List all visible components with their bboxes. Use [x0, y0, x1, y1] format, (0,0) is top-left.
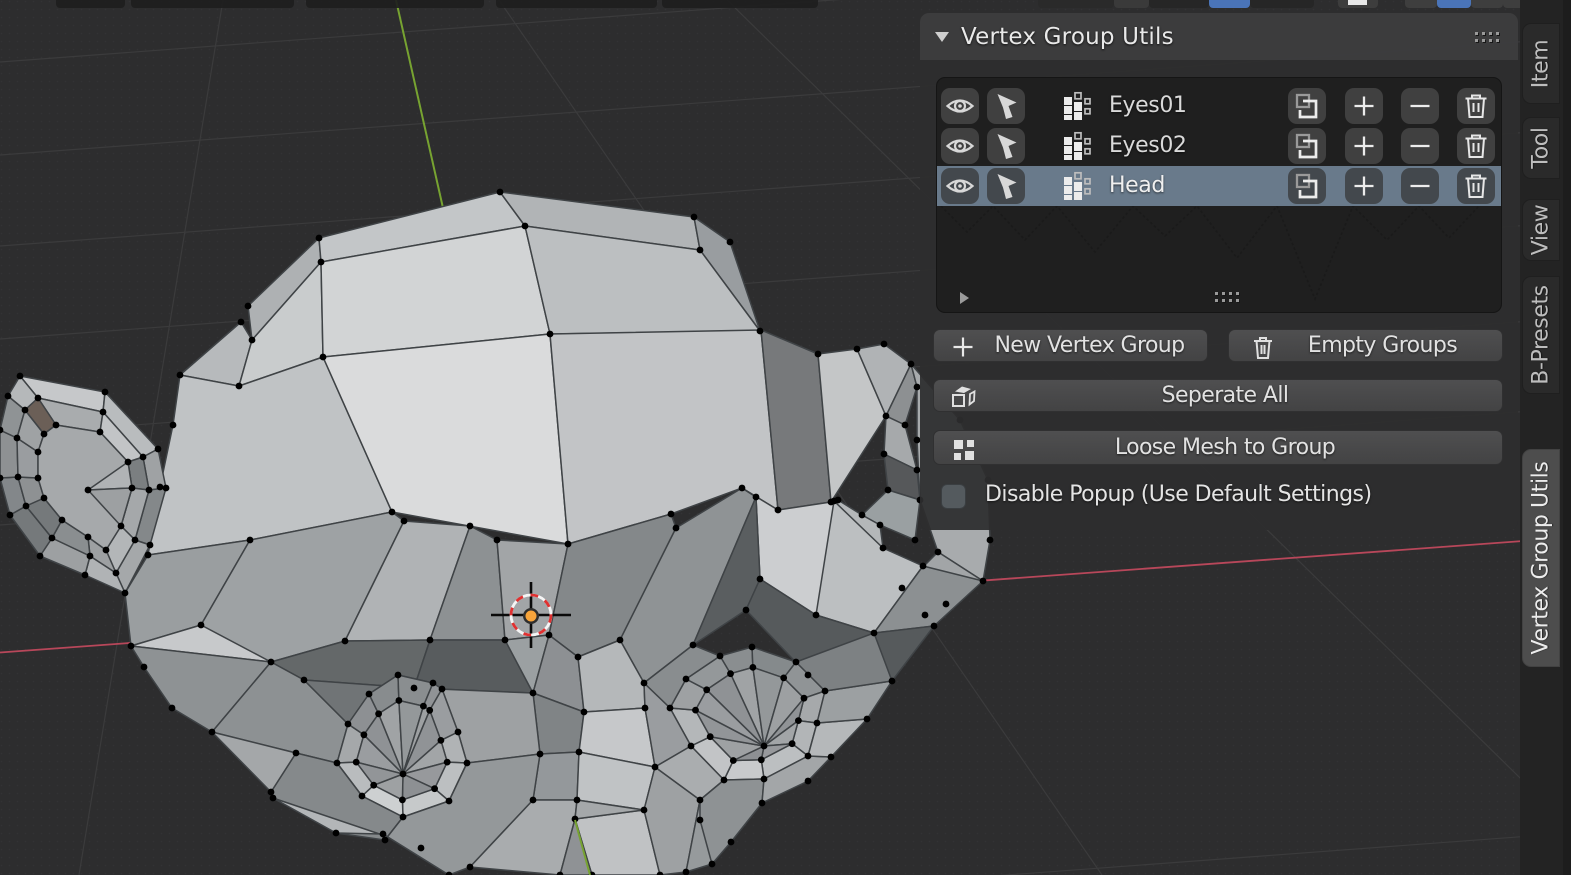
vertex-group-name: Head: [1109, 173, 1165, 198]
separate-all-button[interactable]: Seperate All: [933, 379, 1503, 412]
duplicate-group-button[interactable]: [1288, 168, 1326, 204]
trash-icon: [1465, 174, 1487, 198]
tab-label: Tool: [1528, 127, 1554, 169]
visibility-toggle-button[interactable]: [941, 168, 979, 204]
list-expand-icon[interactable]: [957, 290, 971, 306]
panel-drag-grip-icon[interactable]: [1475, 32, 1501, 43]
remove-from-group-button[interactable]: [1401, 168, 1439, 204]
duplicate-icon: [1295, 133, 1318, 159]
trash-icon: [1465, 134, 1487, 158]
minus-icon: [1410, 144, 1430, 148]
list-resize-grip-icon[interactable]: [1215, 292, 1241, 303]
blender-window: Vertex Group Utils Eyes01 Eyes02 Head Ne…: [0, 0, 1571, 875]
eye-icon: [945, 99, 975, 113]
vertex-group-name: Eyes01: [1109, 93, 1187, 118]
delete-group-button[interactable]: [1457, 128, 1495, 164]
plus-icon: [1354, 176, 1374, 196]
tab-label: Vertex Group Utils: [1528, 461, 1554, 655]
duplicate-icon: [1295, 93, 1318, 119]
disable-popup-checkbox[interactable]: [941, 484, 966, 509]
cursor-arrow-icon: [997, 134, 1017, 159]
minus-icon: [1410, 184, 1430, 188]
panel-collapse-icon[interactable]: [935, 32, 949, 42]
remove-from-group-button[interactable]: [1401, 128, 1439, 164]
eye-icon: [945, 179, 975, 193]
sidebar-tab-view[interactable]: View: [1522, 199, 1560, 261]
plus-icon: [953, 337, 973, 357]
cursor-arrow-icon: [997, 174, 1017, 199]
editor-divider: [1563, 0, 1571, 875]
visibility-toggle-button[interactable]: [941, 128, 979, 164]
vertex-group-row-head[interactable]: Head: [937, 166, 1501, 206]
delete-group-button[interactable]: [1457, 88, 1495, 124]
sidebar-tab-tool[interactable]: Tool: [1522, 117, 1560, 179]
sidebar-tab-item[interactable]: Item: [1522, 23, 1560, 104]
button-label: New Vertex Group: [994, 333, 1185, 358]
duplicate-group-button[interactable]: [1288, 88, 1326, 124]
add-to-group-button[interactable]: [1345, 128, 1383, 164]
plus-icon: [1354, 96, 1374, 116]
loose-parts-icon: [954, 440, 974, 460]
add-to-group-button[interactable]: [1345, 88, 1383, 124]
new-vertex-group-button[interactable]: New Vertex Group: [933, 329, 1208, 362]
tab-label: Item: [1528, 39, 1554, 88]
button-label: Loose Mesh to Group: [1114, 435, 1336, 460]
vertex-group-name: Eyes02: [1109, 133, 1187, 158]
vertex-group-icon: [1064, 131, 1091, 160]
cursor-arrow-icon: [997, 94, 1017, 119]
panel-header[interactable]: Vertex Group Utils: [920, 13, 1518, 60]
duplicate-group-button[interactable]: [1288, 128, 1326, 164]
select-toggle-button[interactable]: [987, 128, 1025, 164]
trash-icon: [1254, 337, 1272, 359]
visibility-toggle-button[interactable]: [941, 88, 979, 124]
disable-popup-label: Disable Popup (Use Default Settings): [985, 482, 1372, 507]
vertex-group-row-eyes01[interactable]: Eyes01: [937, 86, 1501, 126]
vertex-group-row-eyes02[interactable]: Eyes02: [937, 126, 1501, 166]
sidebar-tab-b-presets[interactable]: B-Presets: [1522, 276, 1560, 394]
vertex-group-icon: [1064, 171, 1091, 200]
select-toggle-button[interactable]: [987, 88, 1025, 124]
plus-icon: [1354, 136, 1374, 156]
sidebar-tab-vertex-group-utils[interactable]: Vertex Group Utils: [1522, 449, 1560, 667]
empty-groups-button[interactable]: Empty Groups: [1228, 329, 1503, 362]
select-toggle-button[interactable]: [987, 168, 1025, 204]
vertex-group-icon: [1064, 91, 1091, 120]
remove-from-group-button[interactable]: [1401, 88, 1439, 124]
vertex-group-utils-panel: Vertex Group Utils Eyes01 Eyes02 Head Ne…: [920, 13, 1518, 530]
sidebar-tab-strip: Item Tool View B-Presets Vertex Group Utils: [1520, 0, 1563, 875]
tab-label: B-Presets: [1528, 285, 1554, 385]
button-label: Seperate All: [1161, 383, 1289, 408]
tab-label: View: [1528, 204, 1554, 256]
delete-group-button[interactable]: [1457, 168, 1495, 204]
loose-mesh-to-group-button[interactable]: Loose Mesh to Group: [933, 430, 1503, 465]
add-to-group-button[interactable]: [1345, 168, 1383, 204]
button-label: Empty Groups: [1307, 333, 1458, 358]
panel-title: Vertex Group Utils: [961, 23, 1174, 50]
duplicate-icon: [1295, 173, 1318, 199]
minus-icon: [1410, 104, 1430, 108]
separate-mesh-icon: [952, 386, 976, 407]
trash-icon: [1465, 94, 1487, 118]
vertex-group-list: Eyes01 Eyes02 Head: [936, 77, 1502, 313]
eye-icon: [945, 139, 975, 153]
